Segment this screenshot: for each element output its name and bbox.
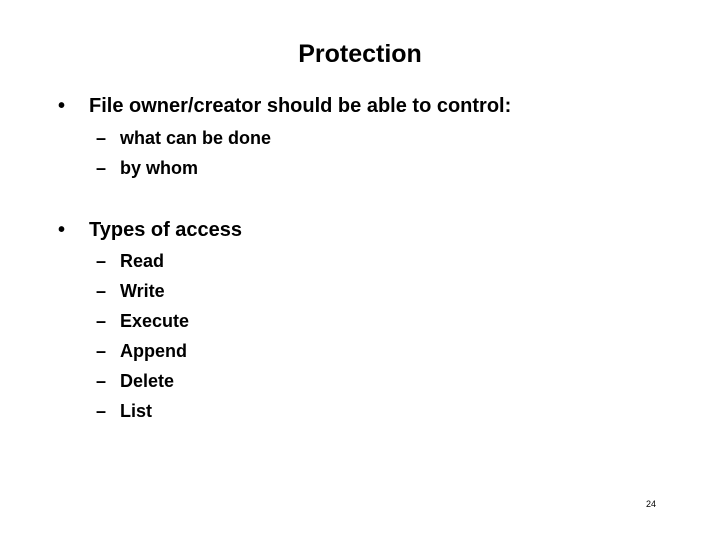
- dash-icon: –: [96, 281, 107, 301]
- sub-item-text: Execute: [120, 311, 190, 331]
- sub-item-text: Delete: [120, 371, 175, 391]
- bullet-icon: •: [58, 95, 66, 117]
- sub-item-text: Write: [120, 281, 165, 301]
- dash-icon: –: [96, 341, 107, 361]
- sub-item-text: Read: [120, 251, 165, 271]
- page-number: 24: [646, 499, 657, 509]
- sub-item-text: by whom: [120, 158, 199, 178]
- sub-item-text: what can be done: [120, 128, 272, 148]
- bullet-icon: •: [58, 219, 66, 241]
- dash-icon: –: [96, 311, 107, 331]
- dash-icon: –: [96, 128, 107, 148]
- sub-item-text: Append: [120, 341, 187, 361]
- slide-title: Protection: [298, 40, 422, 68]
- dash-icon: –: [96, 371, 107, 391]
- bullet-text: Types of access: [89, 219, 243, 241]
- dash-icon: –: [96, 401, 107, 421]
- sub-item-text: List: [120, 401, 153, 421]
- bullet-text: File owner/creator should be able to con…: [89, 95, 512, 117]
- dash-icon: –: [96, 251, 107, 271]
- dash-icon: –: [96, 158, 107, 178]
